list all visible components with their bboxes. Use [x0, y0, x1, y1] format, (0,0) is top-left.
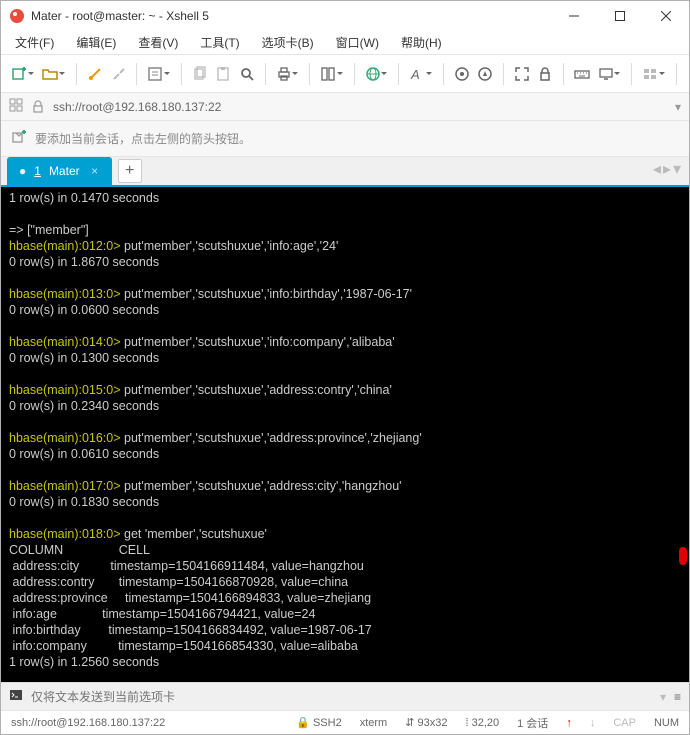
- download-arrow-icon: ↓: [590, 717, 596, 729]
- properties-button[interactable]: [145, 63, 165, 85]
- tab-label: Mater: [49, 164, 80, 178]
- sessions-icon[interactable]: [9, 98, 23, 115]
- menu-tools[interactable]: 工具(T): [196, 32, 243, 53]
- minimize-button[interactable]: [551, 1, 597, 31]
- lock-button[interactable]: [536, 63, 556, 85]
- toolbar-separator: [563, 63, 564, 85]
- tab-bar: ● 1 Mater × + ◂ ▸ ▾: [1, 157, 689, 187]
- tip-text: 要添加当前会话，点击左侧的箭头按钮。: [35, 130, 251, 147]
- bookmark-add-icon[interactable]: [11, 129, 27, 148]
- app-icon: [9, 8, 25, 24]
- tab-mater[interactable]: ● 1 Mater ×: [7, 157, 112, 185]
- status-num: NUM: [654, 717, 679, 729]
- menu-window[interactable]: 窗口(W): [332, 32, 383, 53]
- tab-index: 1: [34, 164, 41, 178]
- status-caps: CAP: [613, 717, 636, 729]
- status-term: xterm: [360, 717, 388, 729]
- tab-next-icon[interactable]: ▸: [663, 159, 671, 179]
- status-connection: ssh://root@192.168.180.137:22: [11, 717, 165, 729]
- prompt-icon[interactable]: [9, 688, 23, 705]
- window-title: Mater - root@master: ~ - Xshell 5: [31, 9, 551, 23]
- new-session-button[interactable]: [9, 63, 29, 85]
- tip-bar: 要添加当前会话，点击左侧的箭头按钮。: [1, 121, 689, 157]
- tab-list-icon[interactable]: ▾: [673, 159, 681, 179]
- app-window: Mater - root@master: ~ - Xshell 5 文件(F) …: [0, 0, 690, 735]
- toolbar-separator: [631, 63, 632, 85]
- toolbar-separator: [309, 63, 310, 85]
- tab-prev-icon[interactable]: ◂: [653, 159, 661, 179]
- status-size-icon: ⇵: [405, 717, 414, 729]
- toolbar-separator: [76, 63, 77, 85]
- toolbar-separator: [265, 63, 266, 85]
- screen-button[interactable]: [596, 63, 616, 85]
- tab-status-dot: ●: [19, 164, 26, 178]
- title-bar[interactable]: Mater - root@master: ~ - Xshell 5: [1, 1, 689, 31]
- tab-close-icon[interactable]: ×: [88, 164, 102, 178]
- toolbar-separator: [136, 63, 137, 85]
- keyboard-button[interactable]: [572, 63, 592, 85]
- toolbar-separator: [676, 63, 677, 85]
- address-bar: ▾: [1, 93, 689, 121]
- toolbar-separator: [354, 63, 355, 85]
- layout-button[interactable]: [640, 63, 660, 85]
- status-protocol: SSH2: [313, 717, 342, 729]
- toolbar: A: [1, 55, 689, 93]
- menu-tabs[interactable]: 选项卡(B): [258, 32, 318, 53]
- find-button[interactable]: [237, 63, 257, 85]
- language-button[interactable]: [363, 63, 383, 85]
- menu-file[interactable]: 文件(F): [11, 32, 58, 53]
- print-button[interactable]: [274, 63, 294, 85]
- reconnect-button[interactable]: [85, 63, 105, 85]
- command-bar: ▾ ≡: [1, 682, 689, 710]
- svg-text:A: A: [410, 67, 420, 82]
- address-input[interactable]: [53, 100, 667, 114]
- close-button[interactable]: [643, 1, 689, 31]
- status-proto-icon: 🔒: [296, 717, 310, 729]
- record-button[interactable]: [452, 63, 472, 85]
- fullscreen-button[interactable]: [512, 63, 532, 85]
- toolbar-separator: [503, 63, 504, 85]
- toolbar-separator: [443, 63, 444, 85]
- window-buttons: [551, 1, 689, 31]
- paste-button[interactable]: [214, 63, 234, 85]
- maximize-button[interactable]: [597, 1, 643, 31]
- status-bar: ssh://root@192.168.180.137:22 🔒 SSH2 xte…: [1, 710, 689, 734]
- copy-button[interactable]: [190, 63, 210, 85]
- new-tab-button[interactable]: +: [118, 159, 142, 183]
- menu-edit[interactable]: 编辑(E): [72, 32, 120, 53]
- toolbar-separator: [181, 63, 182, 85]
- lock-icon: [31, 100, 45, 114]
- status-sessions: 1 会话: [517, 715, 548, 731]
- status-size: 93x32: [417, 717, 447, 729]
- address-dropdown-icon[interactable]: ▾: [675, 100, 681, 114]
- status-pos-icon: ⁞: [465, 717, 468, 729]
- menu-help[interactable]: 帮助(H): [397, 32, 446, 53]
- status-cursor: 32,20: [472, 717, 500, 729]
- menu-view[interactable]: 查看(V): [134, 32, 182, 53]
- font-button[interactable]: A: [407, 63, 427, 85]
- terminal[interactable]: 1 row(s) in 0.1470 seconds => ["member"]…: [1, 187, 689, 682]
- file-transfer-button[interactable]: [318, 63, 338, 85]
- open-button[interactable]: [41, 63, 61, 85]
- cmdbar-dropdown-icon[interactable]: ▾: [660, 690, 666, 704]
- cmdbar-menu-icon[interactable]: ≡: [674, 690, 681, 704]
- stop-record-button[interactable]: [475, 63, 495, 85]
- menu-bar: 文件(F) 编辑(E) 查看(V) 工具(T) 选项卡(B) 窗口(W) 帮助(…: [1, 31, 689, 55]
- toolbar-separator: [398, 63, 399, 85]
- upload-arrow-icon: ↑: [566, 717, 572, 729]
- disconnect-button[interactable]: [109, 63, 129, 85]
- scroll-indicator[interactable]: [679, 547, 687, 565]
- command-input[interactable]: [31, 690, 652, 704]
- tab-nav: ◂ ▸ ▾: [653, 159, 681, 179]
